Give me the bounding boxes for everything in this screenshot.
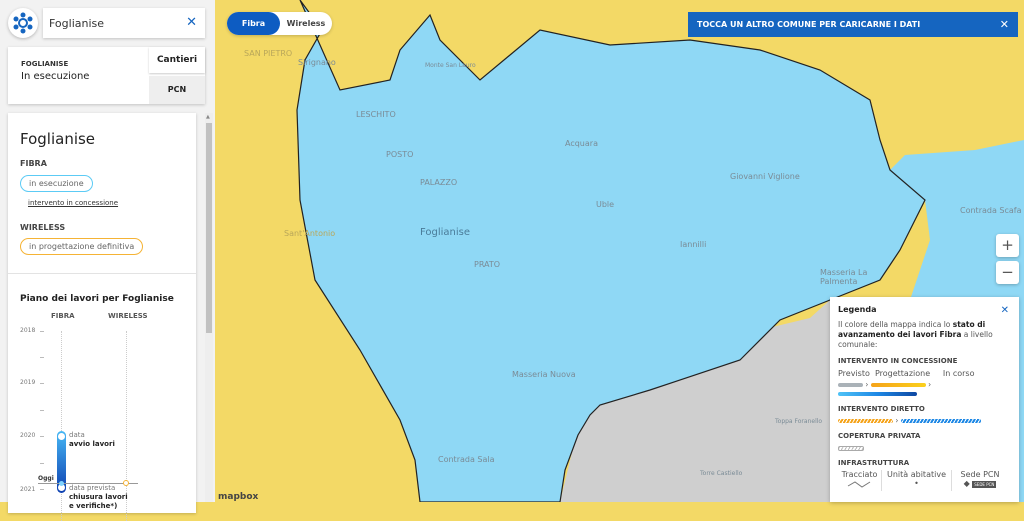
pcn-button[interactable]: PCN [149,76,205,104]
map-label: Uble [596,200,615,209]
map-label: Foglianise [420,227,471,238]
legend-panel: Legenda ✕ Il colore della mappa indica l… [830,297,1019,502]
municipality-title: Foglianise [20,130,96,148]
map-label: Iannilli [680,240,707,249]
divider [8,273,196,274]
map-label: Masseria Nuova [512,370,576,379]
toggle-wireless[interactable]: Wireless [282,12,330,35]
year-tick [40,331,44,332]
year-tick [40,357,44,358]
map-label: Torre Castiello [700,470,743,477]
zoom-in-button[interactable]: + [996,234,1019,257]
legend-infra-heading: INFRASTRUTTURA [838,459,910,467]
cantieri-button[interactable]: Cantieri [149,47,205,73]
app-logo[interactable] [8,8,38,38]
legend-title: Legenda [838,305,877,314]
year-tick [40,489,44,490]
start-text: data avvio lavori [69,431,115,448]
year-tick [40,463,44,464]
map-label: Monte San Lauro [425,62,476,69]
scroll-up-icon: ▲ [206,114,210,120]
status-value: In esecuzione [21,71,90,82]
year-label: 2019 [20,379,36,386]
legend-diretto-scale: › [838,416,1011,425]
wireless-status-badge: in progettazione definitiva [20,238,144,255]
legend-concessione-scale: › › [838,380,1011,398]
sidebar-scrollbar[interactable]: ▲ [205,113,213,502]
municipality-card: Foglianise FIBRA in esecuzione intervent… [8,113,196,521]
intervento-link[interactable]: intervento in concessione [28,199,118,207]
legend-close-icon[interactable]: ✕ [1001,305,1009,316]
map-label: PRATO [474,260,501,269]
map-label: Acquara [565,139,598,148]
zoom-out-button[interactable]: − [996,261,1019,284]
year-label: 2018 [20,327,36,334]
plan-title: Piano dei lavori per Foglianise [20,294,174,304]
legend-unita: Unità abitative • [882,470,952,491]
map-label: Masseria La Palmenta [820,268,868,286]
map-label: PALAZZO [420,178,458,187]
legend-privata-swatch [838,445,864,451]
wireless-label: WIRELESS [20,223,66,232]
toggle-fibra[interactable]: Fibra [227,12,280,35]
clear-search-icon[interactable]: ✕ [186,15,197,30]
route-line-icon [847,481,870,488]
year-tick [40,383,44,384]
today-fibra-dot [59,481,64,486]
network-logo-icon [13,12,33,34]
legend-concessione-heading: INTERVENTO IN CONCESSIONE [838,357,958,365]
map-label: SAN PIETRO [244,49,293,58]
year-tick [40,410,44,411]
close-icon[interactable]: ✕ [1000,18,1009,31]
legend-sede: Sede PCN ◆ SEDE PCN [960,470,1000,488]
year-label: 2020 [20,432,36,439]
map-label: Sirignano [298,58,336,67]
map-label: Contrada Sala [438,455,495,464]
legend-privata-heading: COPERTURA PRIVATA [838,432,921,440]
map-label: POSTO [386,150,414,159]
start-marker [58,433,65,440]
today-label: Oggi [38,475,54,482]
scrollbar-thumb[interactable] [206,123,212,333]
legend-description: Il colore della mappa indica lo stato di… [838,320,993,349]
end-text: data prevista chiusura lavori e verifiche*… [69,484,128,510]
year-tick [40,436,44,437]
plan-col-wireless: WIRELESS [108,312,148,320]
status-municipality: FOGLIANISE [21,60,69,68]
legend-progettazione: Progettazione [874,369,931,378]
network-toggle: Fibra Wireless [227,12,332,35]
map-label: LESCHITO [356,110,396,119]
notice-banner: TOCCA UN ALTRO COMUNE PER CARICARNE I DA… [688,12,1018,37]
pcn-marker-icon: ◆ [963,479,970,488]
legend-diretto-heading: INTERVENTO DIRETTO [838,405,925,413]
dot-icon: • [914,479,919,488]
mapbox-logo: mapbox [218,492,259,502]
fibra-label: FIBRA [20,159,47,168]
map-label: Contrada Scafa [960,206,1022,215]
legend-in-corso: In corso [942,369,975,378]
map-label: Sant'Antonio [284,229,336,238]
plan-col-fibra: FIBRA [51,312,75,320]
fibra-status-badge: in esecuzione [20,175,93,192]
year-label: 2021 [20,486,36,493]
search-input[interactable]: Foglianise ✕ [43,8,205,38]
notice-text: TOCCA UN ALTRO COMUNE PER CARICARNE I DA… [697,20,921,29]
legend-tracciato: Tracciato [838,470,882,491]
map-label: Toppa Foranello [775,418,823,425]
sidebar: Foglianise ✕ FOGLIANISE In esecuzione Can… [0,0,215,521]
search-value: Foglianise [49,17,105,30]
map-label: Giovanni Viglione [730,172,800,181]
legend-previsto: Previsto [838,369,870,378]
